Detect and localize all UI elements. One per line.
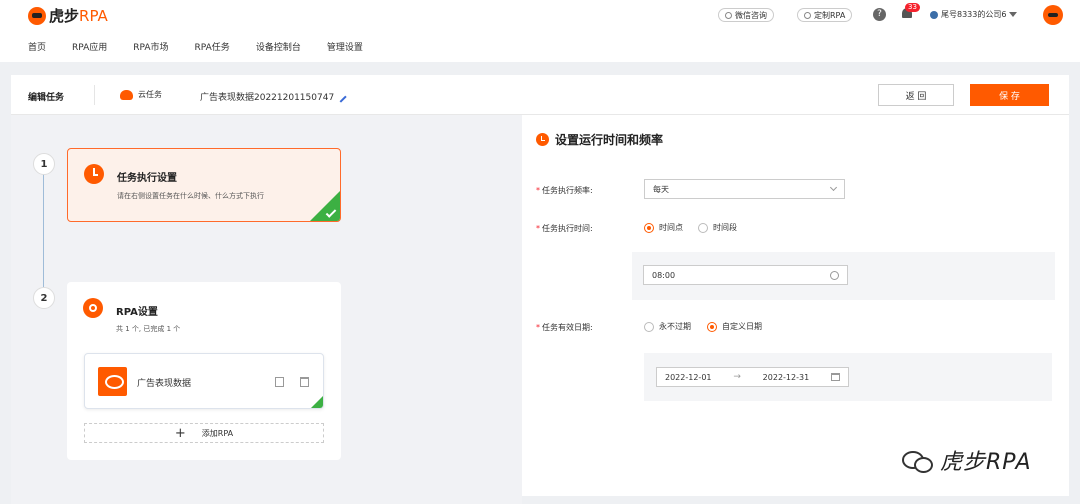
panel-title: 设置运行时间和频率 bbox=[555, 133, 664, 147]
trash-icon[interactable] bbox=[300, 377, 309, 387]
brand-watermark: 虎步RPA bbox=[902, 444, 1032, 476]
radio-never-expire[interactable]: 永不过期 bbox=[644, 321, 691, 332]
task-type: 云任务 bbox=[120, 89, 162, 100]
nav-item-home[interactable]: 首页 bbox=[28, 40, 46, 53]
edit-task-bar: 编辑任务 云任务 广告表现数据20221201150747 返 回 保 存 bbox=[11, 75, 1069, 115]
notification-badge: 33 bbox=[905, 3, 920, 12]
back-button[interactable]: 返 回 bbox=[878, 84, 954, 106]
top-header: 虎步RPA 首页 RPA应用 RPA市场 RPA任务 设备控制台 管理设置 微信… bbox=[0, 0, 1080, 62]
card-title: 任务执行设置 bbox=[117, 173, 177, 184]
add-rpa-button[interactable]: + 添加RPA bbox=[84, 423, 324, 443]
help-icon[interactable]: ? bbox=[873, 8, 886, 21]
task-name[interactable]: 广告表现数据20221201150747 bbox=[200, 90, 347, 103]
calendar-icon bbox=[830, 373, 840, 381]
clock-icon bbox=[830, 270, 839, 280]
task-execution-card[interactable]: 任务执行设置 请在右侧设置任务在什么时候、什么方式下执行 bbox=[67, 148, 341, 222]
page-title: 编辑任务 bbox=[28, 93, 65, 103]
arrow-right-icon: → bbox=[733, 372, 741, 382]
date-end: 2022-12-31 bbox=[762, 372, 810, 382]
radio-custom-date[interactable]: 自定义日期 bbox=[707, 321, 762, 332]
wechat-consult-button[interactable]: 微信咨询 bbox=[718, 8, 774, 22]
rpa-item[interactable]: 广告表现数据 bbox=[84, 353, 324, 409]
radio-time-point[interactable]: 时间点 bbox=[644, 222, 683, 233]
rpa-thumbnail bbox=[98, 367, 127, 396]
radio-icon bbox=[644, 321, 654, 332]
company-switcher[interactable]: 尾号8333的公司6 bbox=[930, 9, 1018, 20]
tiger-logo-icon bbox=[28, 6, 46, 25]
wechat-icon bbox=[902, 449, 933, 473]
time-input[interactable]: 08:00 bbox=[643, 265, 848, 285]
logo-text-suffix: RPA bbox=[79, 7, 108, 25]
rpa-item-name: 广告表现数据 bbox=[137, 379, 192, 389]
completed-corner bbox=[310, 191, 340, 221]
nav-item-device-console[interactable]: 设备控制台 bbox=[256, 40, 301, 53]
logo[interactable]: 虎步RPA bbox=[28, 5, 108, 26]
company-name: 尾号8333的公司6 bbox=[941, 10, 1007, 19]
divider bbox=[94, 85, 95, 105]
cloud-icon bbox=[120, 89, 133, 100]
edit-pencil-icon[interactable] bbox=[335, 90, 347, 103]
company-icon bbox=[930, 10, 938, 19]
completed-corner bbox=[311, 396, 323, 408]
chevron-down-icon bbox=[829, 183, 838, 192]
logo-text-prefix: 虎步 bbox=[49, 7, 80, 25]
nav-item-rpa-apps[interactable]: RPA应用 bbox=[72, 40, 107, 53]
clock-icon bbox=[536, 133, 549, 146]
avatar[interactable] bbox=[1043, 5, 1063, 25]
card-description: 共 1 个, 已完成 1 个 bbox=[116, 325, 181, 333]
radio-selected-icon bbox=[644, 222, 654, 233]
clock-icon bbox=[84, 164, 104, 184]
custom-rpa-button[interactable]: 定制RPA bbox=[797, 8, 853, 22]
save-button[interactable]: 保 存 bbox=[970, 84, 1049, 106]
rpa-settings-card: RPA设置 共 1 个, 已完成 1 个 广告表现数据 + 添加RPA bbox=[67, 282, 341, 460]
copy-icon[interactable] bbox=[275, 377, 284, 387]
valid-date-label: * 任务有效日期: bbox=[536, 323, 593, 332]
step-number-2: 2 bbox=[33, 287, 55, 309]
custom-icon bbox=[804, 11, 811, 19]
schedule-panel: 设置运行时间和频率 * 任务执行频率: 每天 * 任务执行时间: 时间点 时间段 0… bbox=[522, 115, 1069, 496]
date-range-picker[interactable]: 2022-12-01 → 2022-12-31 bbox=[656, 367, 849, 387]
caret-down-icon bbox=[1009, 12, 1018, 17]
watermark-text: 虎步RPA bbox=[940, 450, 1032, 475]
frequency-label: * 任务执行频率: bbox=[536, 186, 593, 195]
card-title: RPA设置 bbox=[116, 307, 158, 318]
card-description: 请在右侧设置任务在什么时候、什么方式下执行 bbox=[117, 192, 264, 200]
execution-time-label: * 任务执行时间: bbox=[536, 224, 593, 233]
step-number-1: 1 bbox=[33, 153, 55, 175]
step-connector bbox=[43, 174, 44, 287]
nav-item-rpa-tasks[interactable]: RPA任务 bbox=[195, 40, 230, 53]
nav-item-admin-settings[interactable]: 管理设置 bbox=[327, 40, 363, 53]
gear-icon bbox=[83, 298, 103, 318]
nav-item-rpa-market[interactable]: RPA市场 bbox=[133, 40, 168, 53]
radio-selected-icon bbox=[707, 321, 717, 332]
radio-time-range[interactable]: 时间段 bbox=[698, 222, 737, 233]
main-nav: 首页 RPA应用 RPA市场 RPA任务 设备控制台 管理设置 bbox=[28, 40, 389, 53]
wechat-icon bbox=[725, 11, 732, 19]
radio-icon bbox=[698, 222, 708, 233]
plus-icon: + bbox=[174, 425, 186, 441]
frequency-select[interactable]: 每天 bbox=[644, 179, 845, 199]
date-start: 2022-12-01 bbox=[665, 372, 712, 382]
